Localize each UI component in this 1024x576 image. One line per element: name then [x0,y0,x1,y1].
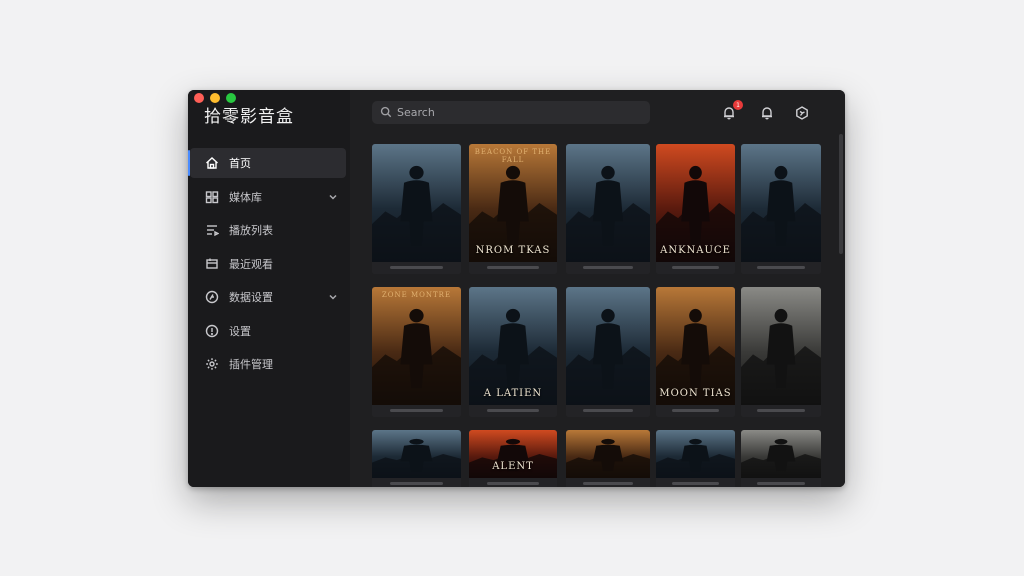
search-box[interactable] [372,101,650,124]
sidebar-item-label: 最近观看 [229,257,273,271]
playlist-icon [204,222,220,238]
app-title: 拾零影音盒 [204,107,294,127]
minimize-window-button[interactable] [210,93,220,103]
movie-caption [372,405,461,417]
scrollbar[interactable] [839,134,843,254]
movie-caption [469,478,557,487]
movie-poster [566,430,650,478]
close-window-button[interactable] [194,93,204,103]
sidebar-item-label: 播放列表 [229,224,273,237]
movie-caption [566,478,650,487]
sidebar-item-label: 数据设置 [229,291,273,304]
movie-caption [566,262,650,274]
gear-icon [204,356,220,372]
sidebar-item-2[interactable]: 播放列表 [190,215,346,245]
movie-card[interactable]: ZONE MONTRE [372,287,461,417]
library-icon [204,189,220,205]
sidebar-item-4[interactable]: 数据设置 [190,282,346,312]
movie-tagline: ZONE MONTRE [381,291,452,299]
movie-poster [372,287,461,405]
movie-card[interactable] [741,430,821,487]
user-menu-button[interactable] [795,105,811,121]
chevron-down-icon[interactable] [328,192,338,202]
movie-caption [741,478,821,487]
sidebar: 拾零影音盒 首页媒体库播放列表最近观看数据设置设置插件管理 [188,90,350,487]
search-icon [380,103,397,122]
search-input[interactable] [397,106,637,119]
movie-poster [372,430,461,478]
movie-caption [656,262,735,274]
chevron-down-icon[interactable] [328,292,338,302]
movie-card[interactable]: MOON TIAS [656,287,735,417]
sidebar-item-label: 媒体库 [229,190,262,204]
movie-card[interactable] [656,430,735,487]
movie-card[interactable] [566,144,650,274]
data-icon [204,289,220,305]
movie-caption [741,262,821,274]
notification-button[interactable]: 1 [722,100,743,121]
sidebar-item-label: 插件管理 [229,358,273,371]
movie-caption [741,405,821,417]
movie-poster [372,144,461,262]
sidebar-item-label: 首页 [229,157,251,170]
movie-card[interactable] [566,430,650,487]
movie-poster [656,430,735,478]
movie-caption [656,405,735,417]
movie-card[interactable] [741,144,821,274]
movie-card[interactable]: ANKNAUCE [656,144,735,274]
movie-poster [741,287,821,405]
top-bar: 1 [350,90,845,134]
movie-caption [566,405,650,417]
movie-card[interactable] [372,144,461,274]
movie-tagline: BEACON OF THE FALL [474,148,552,164]
app-window: 拾零影音盒 首页媒体库播放列表最近观看数据设置设置插件管理 1 [188,90,845,487]
history-icon [204,256,220,272]
sidebar-item-label: 设置 [229,324,251,338]
movie-title: MOON TIAS [659,388,732,399]
movie-title: ANKNAUCE [660,245,731,256]
info-icon [204,323,220,339]
alerts-button[interactable] [760,105,776,121]
movie-card[interactable]: A LATIEN [469,287,557,417]
movie-card[interactable]: ALENT [469,430,557,487]
sidebar-item-5[interactable]: 设置 [190,316,346,346]
movie-caption [372,262,461,274]
movie-card[interactable]: BEACON OF THE FALL NROM TKAS [469,144,557,274]
sidebar-item-3[interactable]: 最近观看 [190,249,346,279]
movie-poster [566,287,650,405]
movie-poster [741,144,821,262]
movie-card[interactable] [741,287,821,417]
movie-card[interactable] [372,430,461,487]
main-content: 1 BEACON OF THE FALL NROM TKAS ANKNAUCE ZON… [350,90,845,487]
sidebar-item-6[interactable]: 插件管理 [190,349,346,379]
movie-title: NROM TKAS [475,245,551,256]
movie-caption [469,405,557,417]
notification-badge: 1 [733,100,743,110]
movie-poster [566,144,650,262]
window-controls [194,93,236,103]
sidebar-item-1[interactable]: 媒体库 [190,182,346,212]
movie-title: ALENT [492,461,534,472]
bell-icon [760,105,774,124]
movie-caption [372,478,461,487]
movie-card[interactable] [566,287,650,417]
home-icon [204,155,220,171]
movie-caption [469,262,557,274]
user-avatar-icon [795,105,809,124]
movie-title: A LATIEN [483,388,543,399]
maximize-window-button[interactable] [226,93,236,103]
sidebar-nav: 首页媒体库播放列表最近观看数据设置设置插件管理 [188,148,350,383]
movie-poster [741,430,821,478]
movie-caption [656,478,735,487]
sidebar-item-0[interactable]: 首页 [188,148,346,178]
movie-grid: BEACON OF THE FALL NROM TKAS ANKNAUCE ZONE … [372,144,827,487]
